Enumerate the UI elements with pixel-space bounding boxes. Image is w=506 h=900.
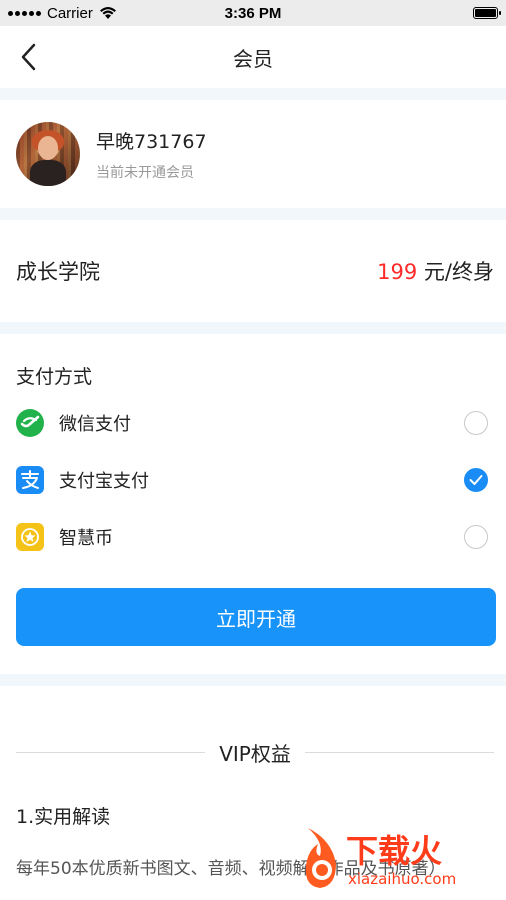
- divider-line: [304, 751, 495, 753]
- checkmark-icon: [469, 474, 483, 485]
- payment-option-alipay[interactable]: 支付宝支付: [16, 451, 490, 508]
- alipay-icon: [16, 465, 44, 494]
- vip-header: VIP权益: [0, 732, 506, 772]
- divider: [0, 208, 506, 220]
- battery-icon: [473, 7, 501, 19]
- product-price: 199 元/终身: [377, 256, 494, 286]
- carrier-name: Carrier: [47, 4, 93, 22]
- username: 早晚731767: [96, 130, 207, 153]
- member-status: 当前未开通会员: [96, 164, 194, 181]
- status-bar: Carrier 3:36 PM: [0, 0, 506, 26]
- price-unit: 元/终身: [417, 260, 494, 284]
- page-title: 会员: [233, 46, 273, 71]
- vip-title: VIP权益: [219, 741, 291, 766]
- status-time: 3:36 PM: [224, 4, 282, 22]
- coin-icon: [16, 522, 44, 551]
- radio-coin[interactable]: [464, 524, 488, 549]
- wechat-icon: [16, 408, 44, 437]
- product-row: 成长学院 199 元/终身: [0, 220, 506, 322]
- open-membership-button[interactable]: 立即开通: [16, 588, 496, 646]
- carrier-info: Carrier: [8, 5, 117, 22]
- profile-card: 早晚731767 当前未开通会员: [0, 100, 506, 208]
- profile-info: 早晚731767 当前未开通会员: [96, 127, 207, 182]
- nav-bar: 会员: [0, 26, 506, 88]
- payment-label: 智慧币: [59, 527, 113, 549]
- back-button[interactable]: [14, 42, 44, 72]
- divider: [0, 674, 506, 686]
- payment-label: 微信支付: [59, 413, 131, 435]
- payment-label: 支付宝支付: [59, 470, 149, 492]
- divider-line: [16, 751, 206, 753]
- product-name: 成长学院: [16, 260, 100, 284]
- wifi-icon: [99, 7, 116, 19]
- payment-title: 支付方式: [16, 366, 93, 388]
- price-value: 199: [377, 260, 418, 284]
- signal-icon: [8, 10, 41, 16]
- divider: [0, 322, 506, 334]
- payment-option-wechat[interactable]: 微信支付: [16, 394, 490, 451]
- payment-option-coin[interactable]: 智慧币: [16, 508, 490, 565]
- svg-text:xiazaihuo.com: xiazaihuo.com: [348, 870, 456, 888]
- svg-text:下载火: 下载火: [346, 832, 442, 870]
- divider: [0, 88, 506, 100]
- watermark-logo: 下载火 xiazaihuo.com: [305, 828, 456, 888]
- radio-wechat[interactable]: [464, 410, 488, 435]
- chevron-left-icon: [21, 43, 36, 71]
- payment-section: 支付方式 微信支付 支付宝支付 智慧币: [0, 334, 506, 565]
- radio-alipay[interactable]: [464, 467, 488, 492]
- avatar: [16, 122, 80, 186]
